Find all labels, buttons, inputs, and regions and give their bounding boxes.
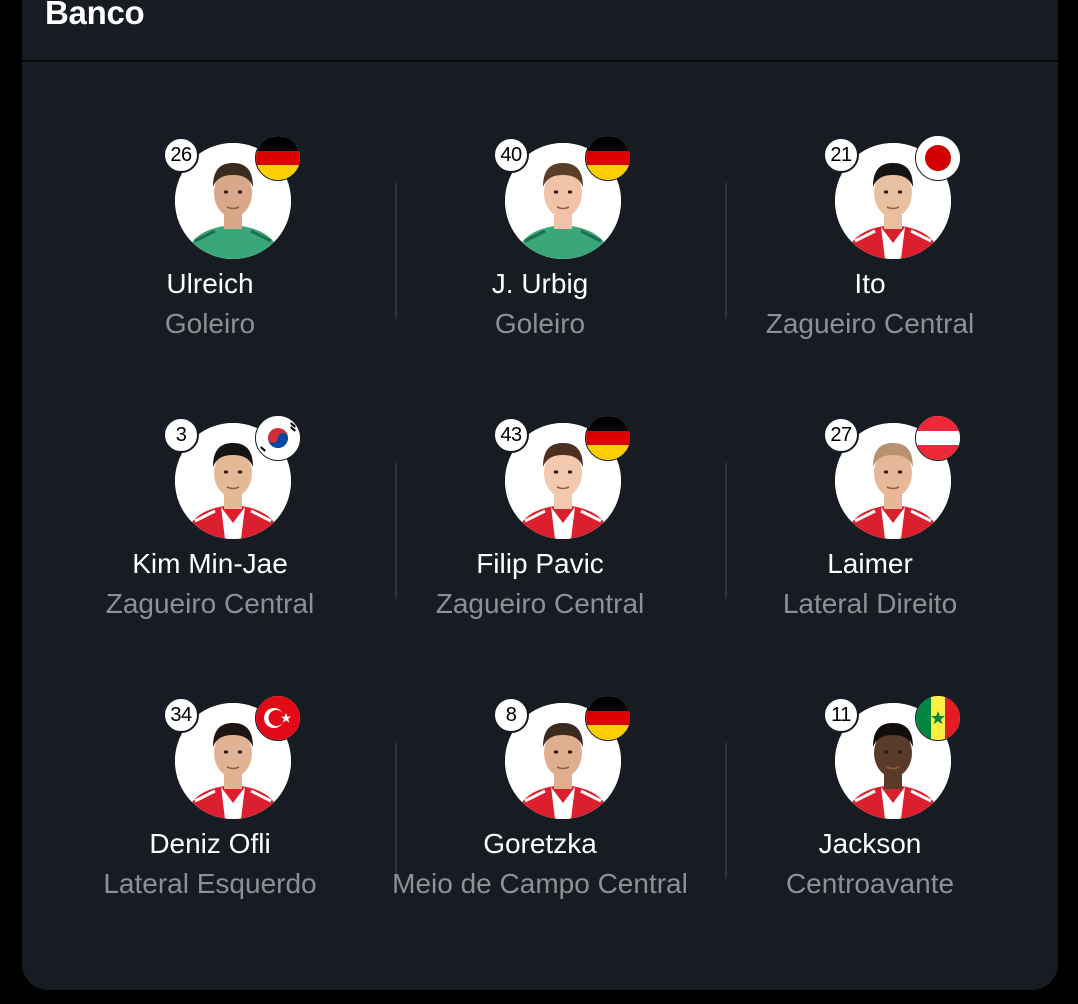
player-name: Jackson (818, 828, 922, 859)
shirt-number-badge: 26 (163, 137, 199, 173)
germany-flag-icon (585, 415, 631, 461)
bench-player-card[interactable]: 40 J. Urbig Goleiro (375, 135, 705, 343)
austria-flag-icon (915, 415, 961, 461)
germany-flag-icon (585, 135, 631, 181)
player-avatar-group: 34 (163, 695, 301, 819)
player-avatar-group: 26 (163, 135, 301, 259)
bench-player-card[interactable]: 34 Deniz Ofli Lateral Esquerdo (45, 695, 375, 903)
player-name: Filip Pavic (476, 548, 604, 579)
player-position: Goleiro (494, 308, 586, 339)
player-name: J. Urbig (491, 268, 589, 299)
germany-flag-icon (585, 695, 631, 741)
turkey-flag-icon (255, 695, 301, 741)
bench-player-grid: 26 Ulreich Goleiro 40 J. Urbig Goleiro 21 Ito Za… (0, 0, 1036, 1004)
player-avatar-group: 43 (493, 415, 631, 539)
senegal-flag-icon (915, 695, 961, 741)
player-name: Laimer (827, 548, 913, 579)
bench-player-card[interactable]: 43 Filip Pavic Zagueiro Central (375, 415, 705, 623)
player-name: Goretzka (483, 828, 597, 859)
shirt-number-badge: 43 (493, 417, 529, 453)
player-avatar-group: 8 (493, 695, 631, 819)
shirt-number-badge: 8 (493, 697, 529, 733)
shirt-number-badge: 27 (823, 417, 859, 453)
shirt-number-badge: 40 (493, 137, 529, 173)
south-korea-flag-icon (255, 415, 301, 461)
player-avatar-group: 40 (493, 135, 631, 259)
player-position: Zagueiro Central (435, 588, 645, 619)
bench-player-card[interactable]: 3 Kim Min-Jae Zagueiro Central (45, 415, 375, 623)
shirt-number-badge: 11 (823, 697, 859, 733)
player-position: Meio de Campo Central (392, 868, 688, 899)
bench-player-card[interactable]: 26 Ulreich Goleiro (45, 135, 375, 343)
bench-player-card[interactable]: 11 Jackson Centroavante (705, 695, 1035, 903)
player-position: Zagueiro Central (765, 308, 975, 339)
player-position: Zagueiro Central (105, 588, 315, 619)
germany-flag-icon (255, 135, 301, 181)
player-name: Deniz Ofli (149, 828, 271, 859)
shirt-number-badge: 3 (163, 417, 199, 453)
player-position: Lateral Direito (782, 588, 958, 619)
bench-player-card[interactable]: 8 Goretzka Meio de Campo Central (375, 695, 705, 903)
player-position: Centroavante (785, 868, 955, 899)
player-position: Goleiro (164, 308, 256, 339)
japan-flag-icon (915, 135, 961, 181)
player-avatar-group: 3 (163, 415, 301, 539)
bench-player-card[interactable]: 27 Laimer Lateral Direito (705, 415, 1035, 623)
player-name: Kim Min-Jae (132, 548, 288, 579)
player-name: Ito (854, 268, 886, 299)
shirt-number-badge: 34 (163, 697, 199, 733)
player-avatar-group: 27 (823, 415, 961, 539)
player-avatar-group: 21 (823, 135, 961, 259)
bench-player-card[interactable]: 21 Ito Zagueiro Central (705, 135, 1035, 343)
player-avatar-group: 11 (823, 695, 961, 819)
player-name: Ulreich (166, 268, 254, 299)
shirt-number-badge: 21 (823, 137, 859, 173)
player-position: Lateral Esquerdo (103, 868, 317, 899)
